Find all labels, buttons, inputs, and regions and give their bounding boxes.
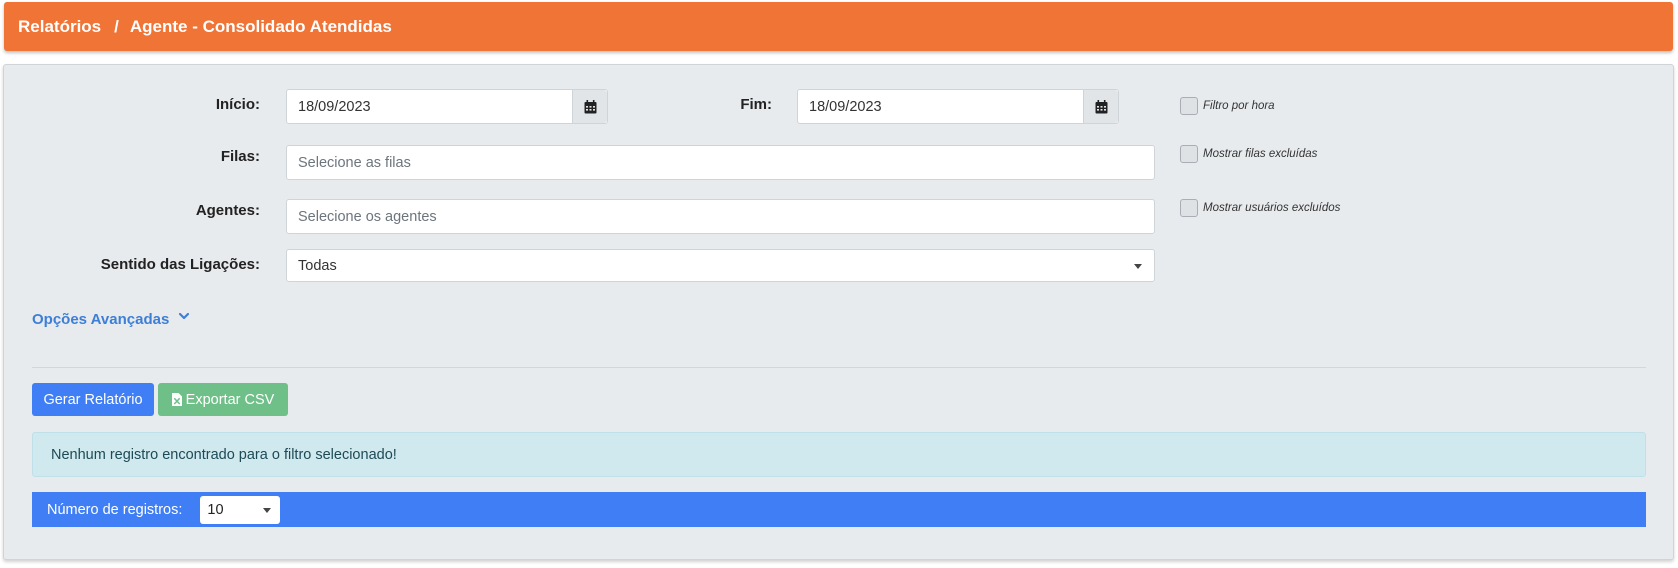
sentido-label: Sentido das Ligações:	[100, 256, 260, 273]
agentes-label: Agentes:	[195, 202, 260, 219]
inicio-date-input[interactable]: 18/09/2023	[286, 89, 608, 124]
fim-date-input[interactable]: 18/09/2023	[797, 89, 1119, 124]
fim-calendar-button[interactable]	[1083, 90, 1118, 123]
filtro-hora-label: Filtro por hora	[1203, 100, 1275, 112]
filter-panel: Início: 18/09/2023 Fim: 18/09/2023 Filtr…	[3, 64, 1674, 560]
breadcrumb-current: Agente - Consolidado Atendidas	[129, 16, 392, 36]
mostrar-usuarios-checkbox-row[interactable]: Mostrar usuários excluídos	[1180, 199, 1340, 217]
caret-down-icon	[1134, 264, 1142, 269]
sentido-value: Todas	[298, 257, 337, 274]
breadcrumb-separator: /	[114, 16, 119, 36]
alert-message: Nenhum registro encontrado para o filtro…	[51, 446, 397, 463]
agentes-placeholder: Selecione os agentes	[298, 208, 437, 225]
filas-label: Filas:	[220, 148, 260, 165]
breadcrumb-root[interactable]: Relatórios	[18, 17, 101, 37]
divider	[32, 367, 1646, 368]
chevron-down-icon	[179, 312, 190, 320]
advanced-options-label: Opções Avançadas	[32, 311, 170, 328]
records-label: Número de registros:	[47, 501, 183, 518]
breadcrumb-header: Relatórios / Agente - Consolidado Atendi…	[4, 2, 1673, 51]
advanced-options-toggle[interactable]: Opções Avançadas	[32, 311, 190, 328]
generate-report-label: Gerar Relatório	[43, 391, 143, 408]
mostrar-usuarios-label: Mostrar usuários excluídos	[1203, 202, 1341, 214]
agentes-select-input[interactable]: Selecione os agentes	[286, 199, 1155, 234]
file-excel-icon	[171, 393, 182, 406]
mostrar-filas-checkbox-row[interactable]: Mostrar filas excluídas	[1180, 145, 1317, 163]
sentido-select[interactable]: Todas	[286, 249, 1155, 282]
filtro-hora-checkbox-row[interactable]: Filtro por hora	[1180, 97, 1275, 115]
mostrar-filas-checkbox[interactable]	[1180, 145, 1198, 163]
mostrar-filas-label: Mostrar filas excluídas	[1203, 148, 1318, 160]
filas-select-input[interactable]: Selecione as filas	[286, 145, 1155, 180]
calendar-icon	[584, 99, 596, 113]
export-csv-label: Exportar CSV	[185, 391, 275, 408]
filas-placeholder: Selecione as filas	[298, 154, 411, 171]
filtro-hora-checkbox[interactable]	[1180, 97, 1198, 115]
inicio-date-value: 18/09/2023	[298, 98, 371, 115]
fim-label: Fim:	[740, 96, 772, 113]
no-records-alert: Nenhum registro encontrado para o filtro…	[32, 432, 1646, 477]
records-per-page-select[interactable]: 10	[200, 495, 281, 524]
records-value: 10	[207, 501, 224, 518]
fim-date-value: 18/09/2023	[809, 98, 882, 115]
mostrar-usuarios-checkbox[interactable]	[1180, 199, 1198, 217]
calendar-icon	[1095, 99, 1107, 113]
export-csv-button[interactable]: Exportar CSV	[158, 383, 288, 416]
inicio-calendar-button[interactable]	[572, 90, 607, 123]
generate-report-button[interactable]: Gerar Relatório	[32, 383, 154, 416]
inicio-label: Início:	[215, 96, 260, 113]
records-bar: Número de registros: 10	[32, 492, 1646, 527]
caret-down-icon	[263, 507, 272, 513]
